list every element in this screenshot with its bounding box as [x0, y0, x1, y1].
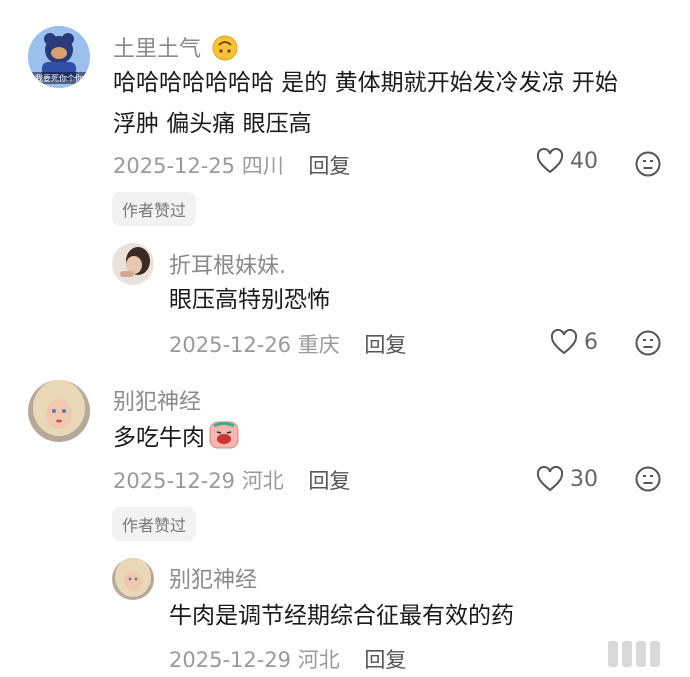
reply-button[interactable]: 回复	[308, 469, 350, 493]
comment-date: 2025-12-29	[169, 648, 292, 672]
comment-text: 多吃牛肉	[113, 418, 239, 464]
meh-face-icon	[635, 330, 661, 356]
comment-meta: 2025-12-25 四川 回复	[113, 150, 350, 180]
like-button[interactable]: 6	[550, 329, 598, 355]
like-button[interactable]: 30	[536, 466, 598, 492]
comment-date: 2025-12-25	[113, 154, 236, 178]
reply-item: 别犯神经 牛肉是调节经期综合征最有效的药 2025-12-29 河北 回复	[0, 540, 690, 677]
comment-item: 我要死你个你 土里土气 哈哈哈哈哈哈哈 是的 黄体期就开始发冷发凉 开始 浮肿 …	[0, 0, 690, 230]
heart-outline-icon	[536, 148, 564, 174]
comment-location: 河北	[241, 469, 284, 493]
username[interactable]: 别犯神经	[169, 562, 257, 594]
dislike-button[interactable]	[635, 466, 661, 492]
like-count: 40	[570, 148, 598, 174]
author-liked-badge: 作者赞过	[112, 192, 197, 226]
username[interactable]: 土里土气	[113, 31, 238, 67]
reply-button[interactable]: 回复	[364, 648, 406, 672]
comment-meta: 2025-12-29 河北 回复	[113, 465, 350, 495]
avatar[interactable]	[112, 243, 154, 285]
like-button[interactable]: 40	[536, 148, 598, 174]
meh-face-icon	[635, 151, 661, 177]
scroll-indicator	[608, 641, 660, 667]
heart-outline-icon	[536, 466, 564, 492]
avatar-caption: 我要死你个你	[35, 73, 83, 83]
angry-face-emoji-icon	[209, 420, 239, 464]
dislike-button[interactable]	[635, 151, 661, 177]
comment-location: 重庆	[297, 333, 340, 357]
comment-meta: 2025-12-29 河北 回复	[169, 644, 406, 674]
comment-date: 2025-12-29	[113, 469, 236, 493]
comment-text: 哈哈哈哈哈哈哈 是的 黄体期就开始发冷发凉 开始 浮肿 偏头痛 眼压高	[113, 70, 618, 137]
username[interactable]: 别犯神经	[113, 384, 201, 416]
avatar[interactable]	[112, 558, 154, 600]
author-liked-badge: 作者赞过	[112, 507, 197, 541]
reply-button[interactable]: 回复	[308, 154, 350, 178]
comment-meta: 2025-12-26 重庆 回复	[169, 329, 406, 359]
comment-date: 2025-12-26	[169, 333, 292, 357]
comment-text: 牛肉是调节经期综合征最有效的药	[169, 603, 514, 629]
reply-button[interactable]: 回复	[364, 333, 406, 357]
comment-location: 河北	[297, 648, 340, 672]
avatar[interactable]	[28, 380, 90, 442]
avatar[interactable]: 我要死你个你	[28, 26, 90, 88]
meh-face-icon	[635, 466, 661, 492]
like-count: 6	[584, 329, 598, 355]
comment-item: 别犯神经 多吃牛肉 2025-12-29 河北 回复 30 作者赞过	[0, 370, 690, 541]
comment-text: 眼压高特别恐怖	[169, 287, 330, 313]
comment-location: 四川	[241, 154, 284, 178]
username[interactable]: 折耳根妹妹.	[169, 248, 286, 280]
reply-item: 折耳根妹妹. 眼压高特别恐怖 2025-12-26 重庆 回复 6	[0, 230, 690, 370]
heart-outline-icon	[550, 329, 578, 355]
dislike-button[interactable]	[635, 330, 661, 356]
like-count: 30	[570, 466, 598, 492]
